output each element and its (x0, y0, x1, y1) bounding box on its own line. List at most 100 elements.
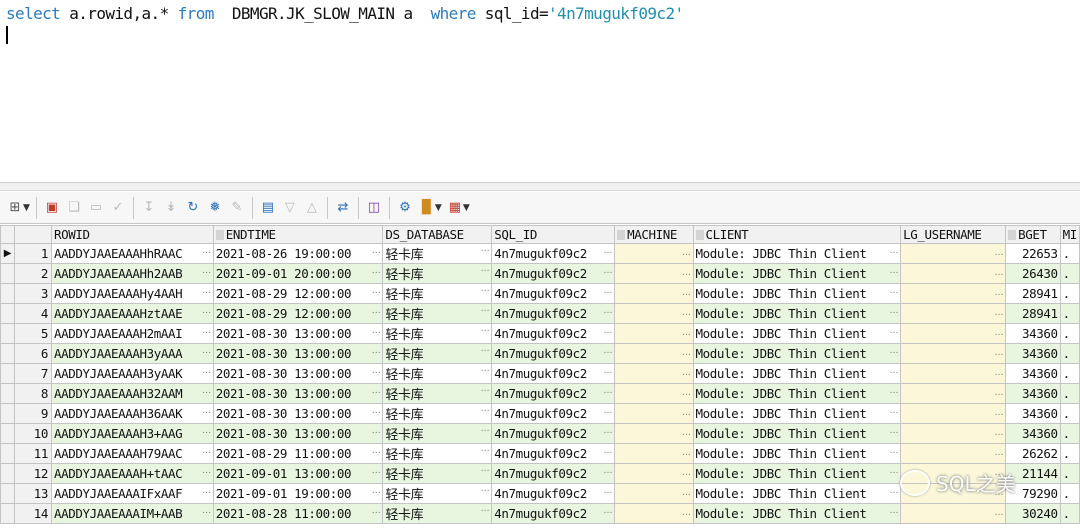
row-indicator[interactable] (0, 342, 15, 364)
cell-editor-button[interactable]: … (481, 384, 490, 394)
cell-endtime[interactable]: … 2021-08-30 13:00:00 (212, 322, 384, 344)
cell-lg-username[interactable]: … (900, 402, 1007, 424)
row-indicator[interactable] (0, 282, 15, 304)
cell-mi[interactable]: . (1059, 442, 1080, 464)
row-indicator[interactable] (0, 262, 15, 284)
cell-machine[interactable]: … (614, 382, 694, 404)
cell-rowid[interactable]: … AADDYJAAEAAAH+tAAC (50, 462, 214, 484)
cell-editor-button[interactable]: … (890, 506, 899, 516)
cell-sql-id[interactable]: … 4n7mugukf09c2 (491, 262, 616, 284)
cell-editor-button[interactable]: … (682, 368, 691, 378)
chevron-down-icon[interactable]: ▼ (463, 203, 470, 213)
cell-mi[interactable]: . (1059, 422, 1080, 444)
cell-editor-button[interactable]: … (202, 326, 211, 336)
cell-mi[interactable]: . (1059, 382, 1080, 404)
cell-editor-button[interactable]: … (682, 488, 691, 498)
cell-editor-button[interactable]: … (372, 366, 381, 376)
cell-editor-button[interactable]: … (604, 486, 613, 496)
cell-editor-button[interactable]: … (995, 428, 1004, 438)
cell-client[interactable]: … Module: JDBC Thin Client (692, 322, 902, 344)
cell-client[interactable]: … Module: JDBC Thin Client (692, 362, 902, 384)
cell-editor-button[interactable]: … (682, 408, 691, 418)
cell-client[interactable]: … Module: JDBC Thin Client (692, 442, 902, 464)
cell-editor-button[interactable]: … (604, 466, 613, 476)
cell-lg-username[interactable]: … (900, 362, 1007, 384)
cell-machine[interactable]: … (614, 262, 694, 284)
cell-endtime[interactable]: … 2021-08-30 13:00:00 (212, 422, 384, 444)
cell-endtime[interactable]: … 2021-08-30 13:00:00 (212, 362, 384, 384)
cell-bget[interactable]: 22653 (1005, 242, 1061, 264)
cell-mi[interactable]: . (1059, 242, 1080, 264)
save-icon[interactable]: ◫ (363, 197, 385, 219)
cell-editor-button[interactable]: … (995, 268, 1004, 278)
cell-rowid[interactable]: … AADDYJAAEAAAHztAAE (50, 302, 214, 324)
cell-lg-username[interactable]: … (900, 242, 1007, 264)
cell-bget[interactable]: 30240 (1005, 502, 1061, 524)
cell-rowid[interactable]: … AADDYJAAEAAAH3+AAG (50, 422, 214, 444)
cell-editor-button[interactable]: … (481, 404, 490, 414)
table-row[interactable]: 8 … AADDYJAAEAAAH32AAM … 2021-08-30 13:00:00… (0, 382, 1080, 404)
cell-editor-button[interactable]: … (372, 506, 381, 516)
cell-editor-button[interactable]: … (995, 348, 1004, 358)
cell-rowid[interactable]: … AADDYJAAEAAAHhRAAC (50, 242, 214, 264)
table-row[interactable]: 5 … AADDYJAAEAAAH2mAAI … 2021-08-30 13:00:00… (0, 322, 1080, 344)
cell-editor-button[interactable]: … (202, 266, 211, 276)
cell-sql-id[interactable]: … 4n7mugukf09c2 (491, 402, 616, 424)
record-icon[interactable]: ⇄ (332, 197, 354, 219)
cell-lg-username[interactable]: … (900, 502, 1007, 524)
cell-rowid[interactable]: … AADDYJAAEAAAIM+AAB (50, 502, 214, 524)
cell-bget[interactable]: 34360 (1005, 402, 1061, 424)
cell-editor-button[interactable]: … (481, 364, 490, 374)
last-record-icon[interactable]: ↡ (160, 197, 182, 219)
cell-editor-button[interactable]: … (481, 504, 490, 514)
cell-client[interactable]: … Module: JDBC Thin Client (692, 382, 902, 404)
cell-editor-button[interactable]: … (682, 428, 691, 438)
cell-editor-button[interactable]: … (481, 424, 490, 434)
cell-bget[interactable]: 34360 (1005, 362, 1061, 384)
cell-editor-button[interactable]: … (682, 308, 691, 318)
cell-ds-database[interactable]: … 轻卡库 (382, 402, 493, 424)
cell-editor-button[interactable]: … (372, 466, 381, 476)
cell-ds-database[interactable]: … 轻卡库 (382, 382, 493, 404)
cell-lg-username[interactable]: … (900, 302, 1007, 324)
row-indicator[interactable] (0, 302, 15, 324)
cell-endtime[interactable]: … 2021-08-30 13:00:00 (212, 402, 384, 424)
column-header-lg-username[interactable]: LG_USERNAME (900, 225, 1007, 244)
cell-editor-button[interactable]: … (202, 366, 211, 376)
cell-mi[interactable]: . (1059, 402, 1080, 424)
cell-sql-id[interactable]: … 4n7mugukf09c2 (491, 442, 616, 464)
cell-machine[interactable]: … (614, 302, 694, 324)
cell-ds-database[interactable]: … 轻卡库 (382, 322, 493, 344)
cell-editor-button[interactable]: … (202, 306, 211, 316)
current-row-indicator-icon[interactable]: ▶ (0, 242, 15, 264)
row-indicator[interactable] (0, 482, 15, 504)
next-record-icon[interactable]: ↧ (138, 197, 160, 219)
cell-client[interactable]: … Module: JDBC Thin Client (692, 242, 902, 264)
cell-editor-button[interactable]: … (890, 326, 899, 336)
cell-ds-database[interactable]: … 轻卡库 (382, 482, 493, 504)
cell-lg-username[interactable]: … (900, 422, 1007, 444)
cell-editor-button[interactable]: … (604, 386, 613, 396)
cell-editor-button[interactable]: … (890, 406, 899, 416)
cell-rowid[interactable]: … AADDYJAAEAAAH32AAM (50, 382, 214, 404)
cell-client[interactable]: … Module: JDBC Thin Client (692, 342, 902, 364)
cell-editor-button[interactable]: … (481, 264, 490, 274)
cell-editor-button[interactable]: … (202, 286, 211, 296)
cell-editor-button[interactable]: … (995, 288, 1004, 298)
cell-client[interactable]: … Module: JDBC Thin Client (692, 502, 902, 524)
cell-editor-button[interactable]: … (372, 446, 381, 456)
cell-endtime[interactable]: … 2021-09-01 19:00:00 (212, 482, 384, 504)
table-row[interactable]: 10 … AADDYJAAEAAAH3+AAG … 2021-08-30 13:00:0… (0, 422, 1080, 444)
cell-editor-button[interactable]: … (481, 244, 490, 254)
sql-statement[interactable]: select a.rowid,a.* from DBMGR.JK_SLOW_MA… (6, 4, 684, 23)
cell-bget[interactable]: 28941 (1005, 282, 1061, 304)
sort-icon[interactable]: △ (301, 197, 323, 219)
cell-endtime[interactable]: … 2021-09-01 20:00:00 (212, 262, 384, 284)
table-row[interactable]: 2 … AADDYJAAEAAAHh2AAB … 2021-09-01 20:00:00… (0, 262, 1080, 284)
cell-bget[interactable]: 34360 (1005, 422, 1061, 444)
cell-sql-id[interactable]: … 4n7mugukf09c2 (491, 482, 616, 504)
cell-editor-button[interactable]: … (890, 306, 899, 316)
cell-editor-button[interactable]: … (890, 366, 899, 376)
cell-ds-database[interactable]: … 轻卡库 (382, 442, 493, 464)
cell-bget[interactable]: 34360 (1005, 322, 1061, 344)
